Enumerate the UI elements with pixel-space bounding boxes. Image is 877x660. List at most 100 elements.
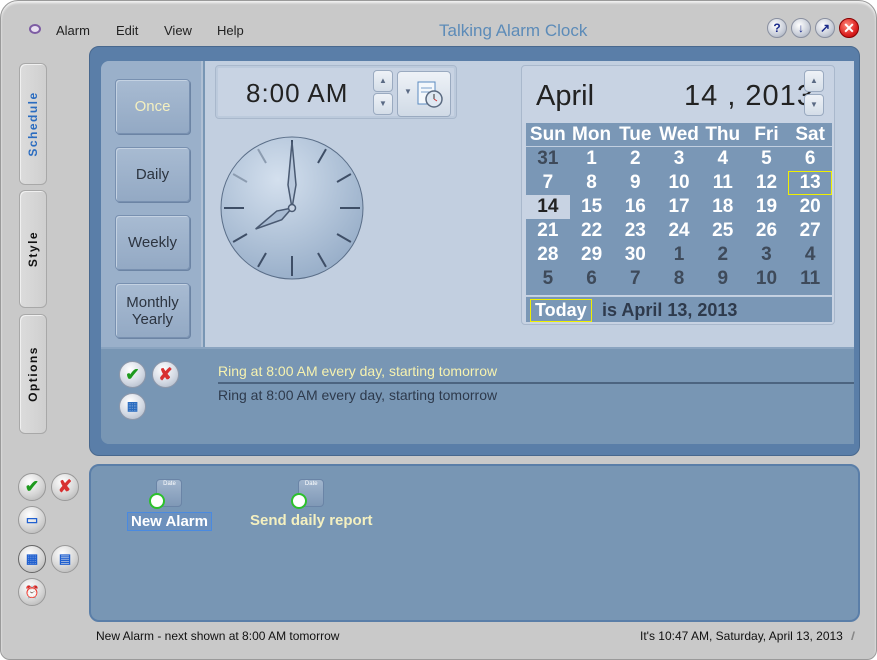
calendar-day[interactable]: 3 xyxy=(745,243,789,267)
calendar-day[interactable]: 26 xyxy=(745,219,789,243)
calendar-day[interactable]: 19 xyxy=(745,195,789,219)
tab-style[interactable]: Style xyxy=(19,190,47,308)
cancel-button[interactable]: ✘ xyxy=(51,473,79,501)
alarm-item-new-alarm[interactable]: Date New Alarm xyxy=(127,479,212,531)
rename-button[interactable]: ▭ xyxy=(18,506,46,534)
time-down-button[interactable]: ▼ xyxy=(373,93,393,115)
weekday-fri: Fri xyxy=(754,124,779,145)
calendar-day[interactable]: 11 xyxy=(788,267,832,291)
monthly-yearly-button[interactable]: Monthly Yearly xyxy=(115,283,190,338)
menu-alarm[interactable]: Alarm xyxy=(56,23,90,38)
weekday-thu: Thu xyxy=(705,124,741,145)
calendar-day[interactable]: 5 xyxy=(526,267,570,291)
calendar-day[interactable]: 21 xyxy=(526,219,570,243)
calendar-day[interactable]: 23 xyxy=(613,219,657,243)
calendar-up-button[interactable]: ▲ xyxy=(804,70,824,92)
alarm-icon: Date xyxy=(291,479,325,509)
delete-rule-button[interactable]: ✘ xyxy=(152,361,179,388)
daily-button[interactable]: Daily xyxy=(115,147,190,202)
calendar-day[interactable]: 10 xyxy=(745,267,789,291)
restore-button[interactable]: ↗ xyxy=(815,18,835,38)
calendar-down-button[interactable]: ▼ xyxy=(804,94,824,116)
calendar-day[interactable]: 4 xyxy=(701,147,745,171)
alarm-label: New Alarm xyxy=(127,512,212,531)
calendar-day[interactable]: 4 xyxy=(788,243,832,267)
calendar-day[interactable]: 8 xyxy=(570,171,614,195)
calendar-day[interactable]: 12 xyxy=(745,171,789,195)
rule-item-selected[interactable]: Ring at 8:00 AM every day, starting tomo… xyxy=(218,363,854,384)
alarm-view-button[interactable]: ⏰ xyxy=(18,578,46,606)
minimize-button[interactable]: ↓ xyxy=(791,18,811,38)
large-icons-view-button[interactable]: ▦ xyxy=(18,545,46,573)
resize-grip[interactable]: /// xyxy=(851,629,855,643)
accept-rule-button[interactable]: ✔ xyxy=(119,361,146,388)
calendar-day[interactable]: 22 xyxy=(570,219,614,243)
calendar-month[interactable]: April xyxy=(536,80,594,113)
calendar-date[interactable]: 14 , 2013 xyxy=(684,80,814,113)
once-button[interactable]: Once xyxy=(115,79,190,134)
calendar-day[interactable]: 5 xyxy=(745,147,789,171)
schedule-panel: Once Daily Weekly Monthly Yearly 8:00 AM… xyxy=(89,46,860,456)
calendar-day[interactable]: 20 xyxy=(788,195,832,219)
status-message: New Alarm - next shown at 8:00 AM tomorr… xyxy=(96,629,340,643)
dropdown-arrow-icon: ▼ xyxy=(404,87,412,96)
calendar-day[interactable]: 3 xyxy=(657,147,701,171)
calendar-day[interactable]: 6 xyxy=(570,267,614,291)
calendar-day[interactable]: 15 xyxy=(570,195,614,219)
calendar-day[interactable]: 17 xyxy=(657,195,701,219)
calendar-day[interactable]: 2 xyxy=(613,147,657,171)
calendar-week: 21 22 23 24 25 26 27 xyxy=(526,219,832,243)
calendar-day[interactable]: 29 xyxy=(570,243,614,267)
calendar-day[interactable]: 24 xyxy=(657,219,701,243)
app-clock-icon[interactable] xyxy=(29,24,41,34)
calendar-day[interactable]: 25 xyxy=(701,219,745,243)
calendar-day[interactable]: 11 xyxy=(701,171,745,195)
today-button[interactable]: Today xyxy=(530,299,592,322)
alarm-icon-text: Date xyxy=(163,481,176,487)
calendar-day[interactable]: 16 xyxy=(613,195,657,219)
alarm-item-send-daily-report[interactable]: Date Send daily report xyxy=(247,479,376,529)
alarm-icon-text: Date xyxy=(304,481,318,487)
status-clock: It's 10:47 AM, Saturday, April 13, 2013 xyxy=(640,629,843,643)
calendar-day[interactable]: 27 xyxy=(788,219,832,243)
calendar-day[interactable]: 9 xyxy=(613,171,657,195)
menu-edit[interactable]: Edit xyxy=(116,23,138,38)
calendar-day[interactable]: 8 xyxy=(657,267,701,291)
menu-help[interactable]: Help xyxy=(217,23,244,38)
calendar-weekday-header: Sun Mon Tue Wed Thu Fri Sat xyxy=(526,123,832,147)
calendar-day[interactable]: 2 xyxy=(701,243,745,267)
calendar-day[interactable]: 7 xyxy=(526,171,570,195)
calendar-day[interactable]: 1 xyxy=(657,243,701,267)
calendar-day[interactable]: 30 xyxy=(613,243,657,267)
list-view-button[interactable]: ▤ xyxy=(51,545,79,573)
tab-options-label: Options xyxy=(26,346,40,402)
calendar-day[interactable]: 1 xyxy=(570,147,614,171)
rule-schedule-button[interactable]: ▦ xyxy=(119,393,146,420)
time-input[interactable]: 8:00 AM xyxy=(246,78,348,109)
schedule-type-column: Once Daily Weekly Monthly Yearly xyxy=(101,61,203,347)
accept-button[interactable]: ✔ xyxy=(18,473,46,501)
menu-view[interactable]: View xyxy=(164,23,192,38)
calendar-day[interactable]: 28 xyxy=(526,243,570,267)
window-title: Talking Alarm Clock xyxy=(439,21,588,40)
tab-options[interactable]: Options xyxy=(19,314,47,434)
weekly-button[interactable]: Weekly xyxy=(115,215,190,270)
time-options-button[interactable]: ▼ xyxy=(397,71,451,117)
calendar-day[interactable]: 6 xyxy=(788,147,832,171)
close-button[interactable]: ✕ xyxy=(839,18,859,38)
calendar-day[interactable]: 9 xyxy=(701,267,745,291)
calendar-days: 31 1 2 3 4 5 6 7 8 9 10 11 12 13 14 15 16 17 18 19 20 21 22 23 2… xyxy=(526,147,833,291)
weekday-sun: Sun xyxy=(529,124,566,145)
calendar-day[interactable]: 10 xyxy=(657,171,701,195)
weekday-mon: Mon xyxy=(572,124,612,145)
calendar-day[interactable]: 14 xyxy=(526,195,570,219)
calendar-day[interactable]: 31 xyxy=(526,147,570,171)
calendar-day[interactable]: 7 xyxy=(613,267,657,291)
rule-item[interactable]: Ring at 8:00 AM every day, starting tomo… xyxy=(218,387,854,403)
time-up-button[interactable]: ▲ xyxy=(373,70,393,92)
help-button[interactable]: ? xyxy=(767,18,787,38)
calendar-day[interactable]: 13 xyxy=(788,171,833,195)
schedule-clock-icon xyxy=(417,81,443,108)
tab-schedule[interactable]: Schedule xyxy=(19,63,47,185)
calendar-day[interactable]: 18 xyxy=(701,195,745,219)
